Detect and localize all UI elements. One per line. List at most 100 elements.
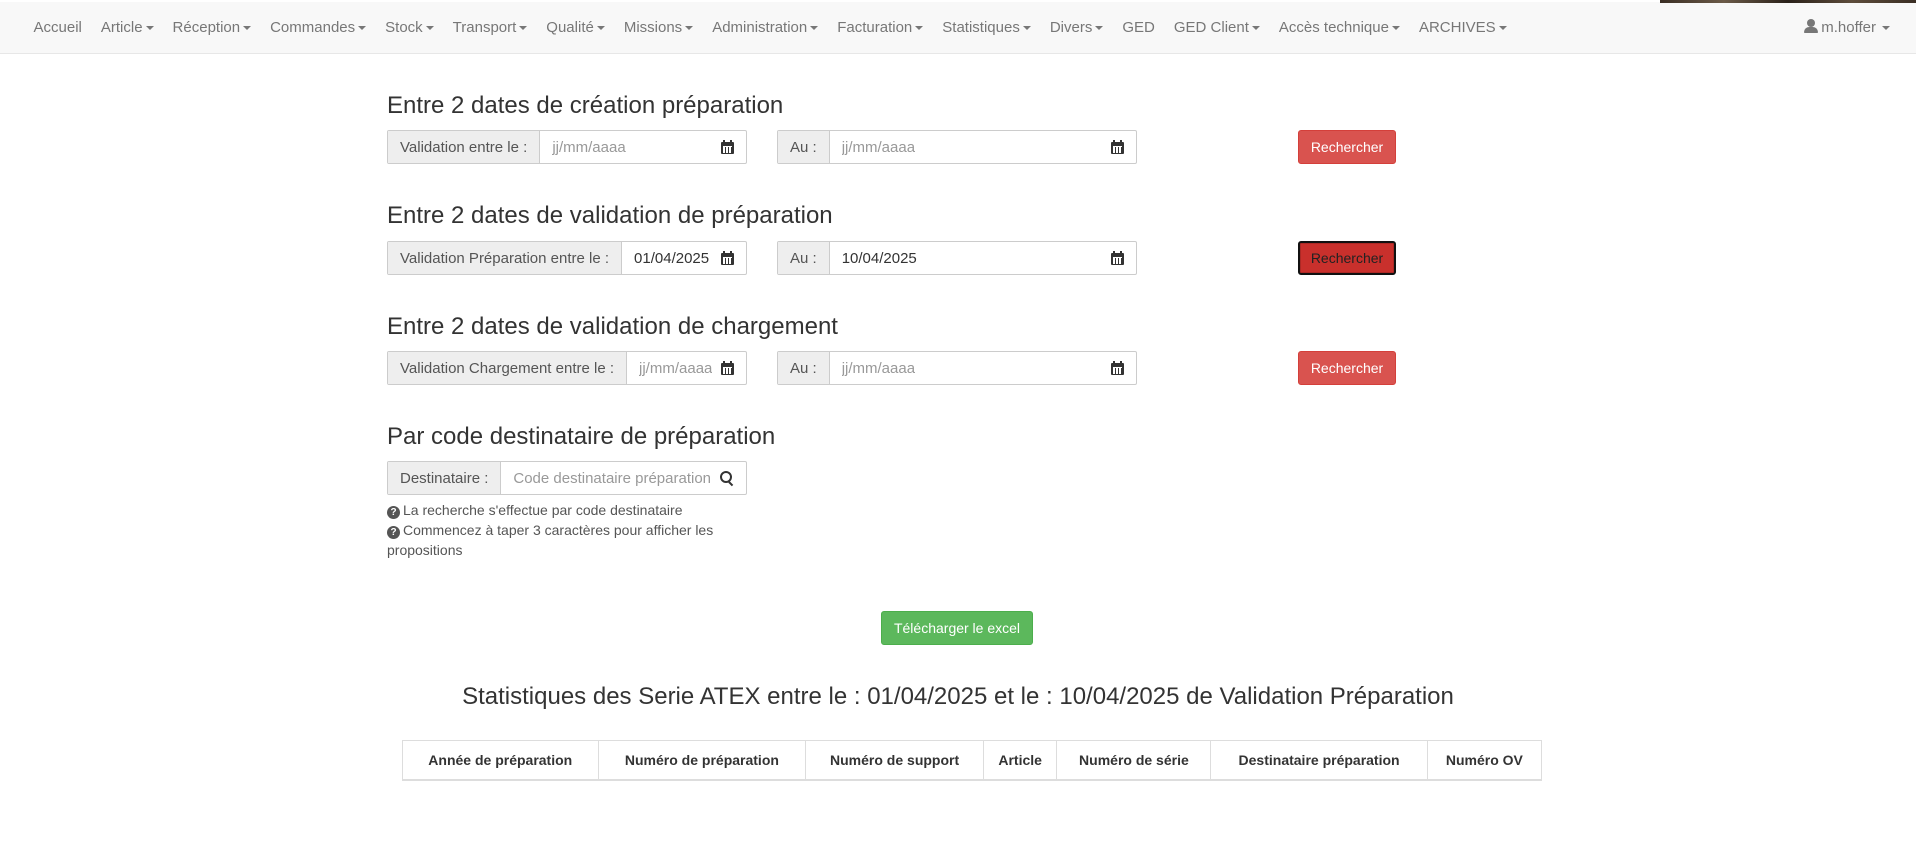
nav-item-label: Accueil [33,19,82,36]
creation-from-placeholder: jj/mm/aaaa [552,138,626,156]
caret-down-icon [1251,26,1260,31]
chargement-from-placeholder: jj/mm/aaaa [639,359,713,377]
destinataire-code-input[interactable]: Code destinataire préparation [501,462,746,494]
column-header[interactable]: Destinataire préparation [1210,740,1428,781]
caret-down-icon [1498,26,1507,31]
nav-item-stock[interactable]: Stock [376,2,444,54]
chargement-search-button[interactable]: Rechercher [1298,351,1396,385]
caret-down-icon [915,26,924,31]
nav-item-label: Stock [385,19,423,36]
caret-down-icon [685,26,694,31]
chargement-to-label: Au : [778,352,830,384]
search-icon[interactable] [720,471,734,485]
destinataire-placeholder: Code destinataire préparation [513,469,712,487]
nav-item-divers[interactable]: Divers [1040,2,1113,54]
calendar-icon[interactable] [721,251,734,265]
nav-item-label: Transport [452,19,517,36]
stats-table: Année de préparation Numéro de préparatio… [402,740,1543,781]
nav-item-label: Divers [1049,19,1093,36]
nav-item-label: Article [100,19,143,36]
calendar-icon[interactable] [721,361,734,375]
calendar-icon[interactable] [1111,140,1124,154]
nav-item-label: Commandes [270,19,356,36]
validation-to-value: 10/04/2025 [841,249,917,267]
creation-to-date-input[interactable]: jj/mm/aaaa [830,131,1136,163]
question-circle-icon: ? [387,506,400,519]
caret-down-icon [1391,26,1400,31]
validation-from-value: 01/04/2025 [634,249,710,267]
user-icon [1804,19,1819,33]
main-menu: Accueil Article Réception Commandes Stock Tra… [24,2,1516,54]
caret-down-icon [1095,26,1104,31]
nav-item-administration[interactable]: Administration [703,2,828,54]
nav-item-statistiques[interactable]: Statistiques [933,2,1041,54]
chargement-to-date-input[interactable]: jj/mm/aaaa [830,352,1136,384]
nav-item-accueil[interactable]: Accueil [24,2,91,54]
help-line: ? La recherche s'effectue par code destin… [387,500,727,520]
help-line: ? Commencez à taper 3 caractères pour aff… [387,520,727,560]
section-title-creation: Entre 2 dates de création préparation [387,92,784,119]
nav-item-ged[interactable]: GED [1113,2,1165,54]
caret-down-icon [145,26,154,31]
help-text-1: La recherche s'effectue par code destina… [403,502,683,518]
calendar-icon[interactable] [721,140,734,154]
nav-item-label: Facturation [837,19,913,36]
column-header[interactable]: Numéro de support [805,740,984,781]
section-title-validation: Entre 2 dates de validation de préparati… [387,202,833,229]
creation-to-group: Au : jj/mm/aaaa [777,130,1137,164]
section-title-chargement: Entre 2 dates de validation de chargemen… [387,313,838,340]
validation-search-button[interactable]: Rechercher [1298,241,1396,275]
column-header[interactable]: Article [982,740,1058,781]
nav-item-qualite[interactable]: Qualité [537,2,615,54]
calendar-icon[interactable] [1111,251,1124,265]
creation-to-placeholder: jj/mm/aaaa [841,138,916,156]
user-name: m.hoffer [1821,19,1876,36]
nav-item-commandes[interactable]: Commandes [261,2,376,54]
nav-item-label: Accès technique [1278,19,1389,36]
caret-down-icon [243,26,252,31]
creation-to-label: Au : [778,131,830,163]
caret-down-icon [810,26,819,31]
nav-item-missions[interactable]: Missions [614,2,702,54]
validation-from-date-input[interactable]: 01/04/2025 [622,242,746,274]
chargement-from-date-input[interactable]: jj/mm/aaaa [627,352,746,384]
nav-item-label: GED [1122,19,1155,36]
nav-item-article[interactable]: Article [91,2,163,54]
section-title-destinataire: Par code destinataire de préparation [387,423,776,450]
nav-item-label: ARCHIVES [1418,19,1496,36]
stats-title: Statistiques des Serie ATEX entre le : 0… [462,683,1454,710]
nav-item-label: Statistiques [942,19,1020,36]
nav-item-archives[interactable]: ARCHIVES [1409,2,1516,54]
validation-to-group: Au : 10/04/2025 [777,241,1137,275]
creation-from-date-input[interactable]: jj/mm/aaaa [540,131,746,163]
chargement-from-group: Validation Chargement entre le : jj/mm/a… [387,351,747,385]
caret-down-icon [1022,26,1031,31]
user-menu[interactable]: m.hoffer [1804,2,1890,54]
top-navbar: Accueil Article Réception Commandes Stock Tra… [0,0,1916,54]
calendar-icon[interactable] [1111,361,1124,375]
creation-search-button[interactable]: Rechercher [1298,130,1396,164]
column-header[interactable]: Numéro de préparation [597,740,807,781]
download-excel-button[interactable]: Télécharger le excel [881,611,1033,645]
caret-down-icon [358,26,367,31]
caret-down-icon [519,26,528,31]
column-header[interactable]: Numéro de série [1056,740,1212,781]
nav-item-ged-client[interactable]: GED Client [1164,2,1269,54]
validation-from-label: Validation Préparation entre le : [388,242,623,274]
validation-from-group: Validation Préparation entre le : 01/04/… [387,241,747,275]
nav-item-transport[interactable]: Transport [443,2,537,54]
creation-from-label: Validation entre le : [388,131,541,163]
column-header[interactable]: Numéro OV [1426,740,1543,781]
chargement-to-placeholder: jj/mm/aaaa [841,359,916,377]
column-header[interactable]: Année de préparation [402,740,599,781]
nav-item-facturation[interactable]: Facturation [828,2,933,54]
nav-item-label: GED Client [1173,19,1249,36]
nav-item-reception[interactable]: Réception [163,2,261,54]
destinataire-group: Destinataire : Code destinataire prépara… [387,461,747,495]
nav-item-label: Qualité [546,19,594,36]
question-circle-icon: ? [387,526,400,539]
nav-item-acces-technique[interactable]: Accès technique [1269,2,1409,54]
help-text-2: Commencez à taper 3 caractères pour affi… [387,522,714,558]
validation-to-date-input[interactable]: 10/04/2025 [830,242,1136,274]
chevron-down-icon [1882,26,1890,31]
